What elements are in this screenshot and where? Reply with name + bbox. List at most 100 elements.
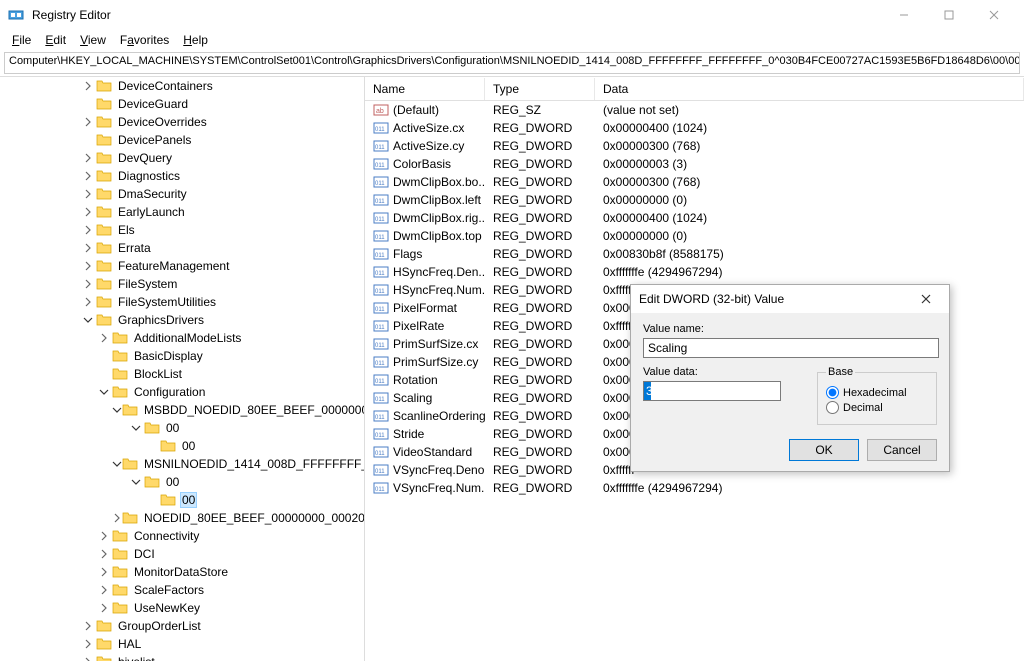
tree-node[interactable]: Diagnostics xyxy=(0,167,364,185)
tree-expander-icon[interactable] xyxy=(80,114,96,130)
tree-node[interactable]: MSBDD_NOEDID_80EE_BEEF_00000000_00000000 xyxy=(0,401,364,419)
tree-node[interactable]: UseNewKey xyxy=(0,599,364,617)
tree-node[interactable]: DeviceContainers xyxy=(0,77,364,95)
menu-help[interactable]: Help xyxy=(177,31,214,49)
col-header-name[interactable]: Name xyxy=(365,78,485,100)
tree-node-label[interactable]: ScaleFactors xyxy=(132,582,206,598)
list-row[interactable]: 011FlagsREG_DWORD0x00830b8f (8588175) xyxy=(365,245,1024,263)
menu-view[interactable]: View xyxy=(74,31,112,49)
tree-expander-icon[interactable] xyxy=(112,402,122,418)
tree-node-label[interactable]: GraphicsDrivers xyxy=(116,312,206,328)
tree-node[interactable]: DmaSecurity xyxy=(0,185,364,203)
tree-expander-icon[interactable] xyxy=(112,456,122,472)
tree-node[interactable]: 00 xyxy=(0,437,364,455)
input-value-data[interactable] xyxy=(644,382,780,400)
tree-node[interactable]: DevQuery xyxy=(0,149,364,167)
tree-node-label[interactable]: FileSystemUtilities xyxy=(116,294,218,310)
tree-node-label[interactable]: 00 xyxy=(180,438,197,454)
tree-node-label[interactable]: FeatureManagement xyxy=(116,258,231,274)
tree-node[interactable]: MSNILNOEDID_1414_008D_FFFFFFFF_FFFFFFFF xyxy=(0,455,364,473)
tree-node-label[interactable]: MonitorDataStore xyxy=(132,564,230,580)
list-row[interactable]: ab(Default)REG_SZ(value not set) xyxy=(365,101,1024,119)
tree-node-label[interactable]: MSBDD_NOEDID_80EE_BEEF_00000000_00000000 xyxy=(142,402,365,418)
tree-expander-icon[interactable] xyxy=(80,294,96,310)
tree-node[interactable]: GroupOrderList xyxy=(0,617,364,635)
tree-node-label[interactable]: Connectivity xyxy=(132,528,201,544)
tree-node-label[interactable]: MSNILNOEDID_1414_008D_FFFFFFFF_FFFFFFFF xyxy=(142,456,365,472)
tree-node-label[interactable]: DevQuery xyxy=(116,150,174,166)
tree-node-label[interactable]: hivelist xyxy=(116,654,157,661)
close-button[interactable] xyxy=(971,0,1016,30)
tree-node-label[interactable]: Configuration xyxy=(132,384,207,400)
tree-node-label[interactable]: DmaSecurity xyxy=(116,186,189,202)
tree-node[interactable]: EarlyLaunch xyxy=(0,203,364,221)
tree-expander-icon[interactable] xyxy=(80,618,96,634)
tree-expander-icon[interactable] xyxy=(80,78,96,94)
tree-node-label[interactable]: DevicePanels xyxy=(116,132,193,148)
cancel-button[interactable]: Cancel xyxy=(867,439,937,461)
tree-expander-icon[interactable] xyxy=(96,582,112,598)
list-row[interactable]: 011ActiveSize.cyREG_DWORD0x00000300 (768… xyxy=(365,137,1024,155)
tree-expander-icon[interactable] xyxy=(80,636,96,652)
dialog-title-bar[interactable]: Edit DWORD (32-bit) Value xyxy=(631,285,949,313)
tree-node-label[interactable]: DeviceGuard xyxy=(116,96,190,112)
tree-node[interactable]: FileSystemUtilities xyxy=(0,293,364,311)
menu-edit[interactable]: Edit xyxy=(39,31,72,49)
tree-node-label[interactable]: DeviceOverrides xyxy=(116,114,209,130)
list-row[interactable]: 011ColorBasisREG_DWORD0x00000003 (3) xyxy=(365,155,1024,173)
tree-expander-icon[interactable] xyxy=(96,564,112,580)
tree-node-label[interactable]: UseNewKey xyxy=(132,600,202,616)
tree-node[interactable]: ScaleFactors xyxy=(0,581,364,599)
tree-expander-icon[interactable] xyxy=(96,528,112,544)
tree-node-label[interactable]: 00 xyxy=(180,492,197,508)
list-row[interactable]: 011DwmClipBox.topREG_DWORD0x00000000 (0) xyxy=(365,227,1024,245)
tree-expander-icon[interactable] xyxy=(128,420,144,436)
tree-node-label[interactable]: NOEDID_80EE_BEEF_00000000_00020000 xyxy=(142,510,365,526)
tree-expander-icon[interactable] xyxy=(80,258,96,274)
tree-node[interactable]: FeatureManagement xyxy=(0,257,364,275)
tree-expander-icon[interactable] xyxy=(80,168,96,184)
tree-node[interactable]: DeviceGuard xyxy=(0,95,364,113)
tree-node-label[interactable]: DeviceContainers xyxy=(116,78,215,94)
col-header-type[interactable]: Type xyxy=(485,78,595,100)
menu-favorites[interactable]: Favorites xyxy=(114,31,175,49)
input-value-name[interactable] xyxy=(643,338,939,358)
tree-node[interactable]: Errata xyxy=(0,239,364,257)
tree-node-label[interactable]: AdditionalModeLists xyxy=(132,330,243,346)
tree-node[interactable]: Configuration xyxy=(0,383,364,401)
tree-node[interactable]: HAL xyxy=(0,635,364,653)
tree-node-label[interactable]: Els xyxy=(116,222,137,238)
tree-expander-icon[interactable] xyxy=(80,222,96,238)
tree-expander-icon[interactable] xyxy=(80,654,96,661)
address-bar[interactable]: Computer\HKEY_LOCAL_MACHINE\SYSTEM\Contr… xyxy=(4,52,1020,74)
tree-node[interactable]: BasicDisplay xyxy=(0,347,364,365)
tree-node-label[interactable]: FileSystem xyxy=(116,276,179,292)
col-header-data[interactable]: Data xyxy=(595,78,1024,100)
list-row[interactable]: 011DwmClipBox.leftREG_DWORD0x00000000 (0… xyxy=(365,191,1024,209)
tree-node[interactable]: hivelist xyxy=(0,653,364,661)
tree-expander-icon[interactable] xyxy=(96,600,112,616)
tree-node[interactable]: DCI xyxy=(0,545,364,563)
tree-node[interactable]: 00 xyxy=(0,491,364,509)
tree-node[interactable]: Connectivity xyxy=(0,527,364,545)
tree-node-label[interactable]: 00 xyxy=(164,420,181,436)
tree-expander-icon[interactable] xyxy=(80,240,96,256)
tree-expander-icon[interactable] xyxy=(96,546,112,562)
tree-expander-icon[interactable] xyxy=(80,204,96,220)
menu-file[interactable]: File xyxy=(6,31,37,49)
maximize-button[interactable] xyxy=(926,0,971,30)
list-row[interactable]: 011DwmClipBox.bo...REG_DWORD0x00000300 (… xyxy=(365,173,1024,191)
tree-node[interactable]: 00 xyxy=(0,473,364,491)
tree-node[interactable]: MonitorDataStore xyxy=(0,563,364,581)
tree-expander-icon[interactable] xyxy=(80,150,96,166)
ok-button[interactable]: OK xyxy=(789,439,859,461)
minimize-button[interactable] xyxy=(881,0,926,30)
list-row[interactable]: 011VSyncFreq.Num...REG_DWORD0xfffffffe (… xyxy=(365,479,1024,497)
dialog-close-button[interactable] xyxy=(911,285,941,313)
tree-panel[interactable]: DeviceContainers DeviceGuard DeviceOverrid… xyxy=(0,77,365,661)
tree-node[interactable]: DeviceOverrides xyxy=(0,113,364,131)
radio-dec[interactable] xyxy=(826,401,839,414)
tree-node-label[interactable]: GroupOrderList xyxy=(116,618,203,634)
tree-expander-icon[interactable] xyxy=(80,312,96,328)
tree-node-label[interactable]: Diagnostics xyxy=(116,168,182,184)
